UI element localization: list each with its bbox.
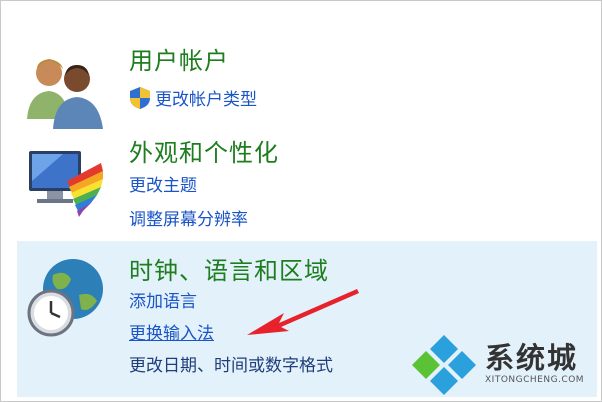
category-appearance: 外观和个性化 更改主题 调整屏幕分辨率 <box>17 119 597 237</box>
control-panel-window: 用户帐户 更改帐户类型 外观和个性化 更改主题 调整屏幕分辨率 时钟、语言和区域… <box>0 0 602 402</box>
clock-globe-icon[interactable] <box>23 255 107 339</box>
category-title-clock-language-region[interactable]: 时钟、语言和区域 <box>129 251 329 286</box>
category-user-accounts: 用户帐户 更改帐户类型 <box>17 19 597 129</box>
category-title-user-accounts[interactable]: 用户帐户 <box>129 41 229 76</box>
shield-icon <box>130 87 150 109</box>
link-label: 更改帐户类型 <box>155 90 257 110</box>
watermark-name: 系统城 <box>485 341 579 375</box>
link-adjust-resolution[interactable]: 调整屏幕分辨率 <box>129 205 248 230</box>
link-change-account-type[interactable]: 更改帐户类型 <box>129 85 257 110</box>
link-change-input-method[interactable]: 更换输入法 <box>129 319 214 344</box>
link-add-language[interactable]: 添加语言 <box>129 287 197 312</box>
category-title-appearance[interactable]: 外观和个性化 <box>129 133 279 168</box>
link-change-date-time-format[interactable]: 更改日期、时间或数字格式 <box>129 351 333 376</box>
link-change-theme[interactable]: 更改主题 <box>129 171 197 196</box>
watermark: 系统城 XITONGCHENG.COM <box>411 331 599 397</box>
watermark-site: XITONGCHENG.COM <box>485 375 585 385</box>
diamond-logo-icon <box>412 335 476 395</box>
monitor-palette-icon[interactable] <box>23 141 107 225</box>
